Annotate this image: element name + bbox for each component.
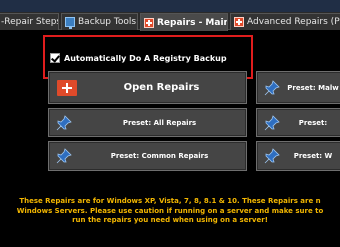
tab-repair-steps[interactable]: -Repair Steps <box>0 13 59 30</box>
preset-right-2-label: Preset: <box>298 118 328 127</box>
open-repairs-label: Open Repairs <box>123 82 200 93</box>
tab-advanced-repairs[interactable]: Advanced Repairs (Pro <box>230 13 340 30</box>
plus-icon <box>144 17 154 28</box>
pin-icon <box>263 79 281 97</box>
title-bar <box>0 0 340 12</box>
preset-malware-label: Preset: Malw <box>287 83 339 92</box>
plus-icon <box>234 17 244 27</box>
preset-all-repairs-label: Preset: All Repairs <box>122 118 197 127</box>
tab-backup-tools[interactable]: Backup Tools <box>61 13 138 30</box>
preset-right-3-button[interactable]: Preset: W <box>256 141 340 171</box>
tab-label: Repairs - Main <box>157 17 228 28</box>
tab-label: -Repair Steps <box>1 17 59 27</box>
preset-right-2-button[interactable]: Preset: <box>256 108 340 137</box>
notice-line-3: run the repairs you need when using on a… <box>72 216 268 224</box>
preset-common-repairs-label: Preset: Common Repairs <box>110 152 209 160</box>
preset-common-repairs-button[interactable]: Preset: Common Repairs <box>48 141 247 171</box>
pin-icon <box>55 147 73 165</box>
preset-malware-button[interactable]: Preset: Malw <box>256 71 340 104</box>
tab-label: Advanced Repairs (Pro <box>247 17 340 27</box>
compatibility-notice: These Repairs are for Windows XP, Vista,… <box>0 197 340 226</box>
pin-icon <box>263 114 281 132</box>
pin-icon <box>263 147 281 165</box>
notice-line-1: These Repairs are for Windows XP, Vista,… <box>19 197 321 205</box>
preset-all-repairs-button[interactable]: Preset: All Repairs <box>48 108 247 137</box>
pin-icon <box>55 114 73 132</box>
plus-icon <box>57 79 77 96</box>
tab-repairs-main[interactable]: Repairs - Main <box>140 13 228 31</box>
tab-bar: -Repair Steps Backup Tools Repairs - Mai… <box>0 12 340 31</box>
tab-label: Backup Tools <box>78 17 137 27</box>
computer-icon <box>65 17 75 29</box>
open-repairs-button[interactable]: Open Repairs <box>48 71 247 104</box>
notice-line-2: Windows Servers. Please use caution if r… <box>16 206 324 215</box>
preset-right-3-label: Preset: W <box>293 152 333 160</box>
